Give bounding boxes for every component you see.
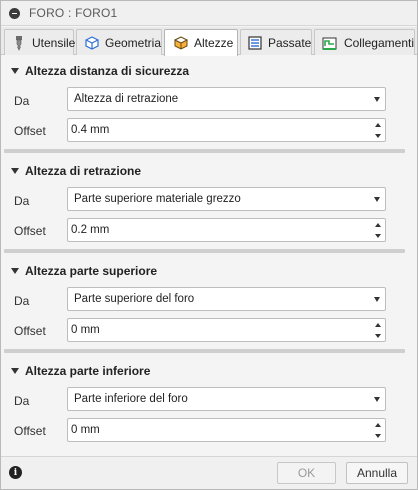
section-divider (4, 149, 405, 153)
tab-geometria-label: Geometria (105, 35, 162, 50)
tool-icon (11, 34, 27, 52)
tab-geometria[interactable]: Geometria (76, 29, 162, 55)
collapse-triangle-icon (11, 268, 19, 274)
offset-label: Offset (14, 424, 46, 438)
tab-utensile[interactable]: Utensile (4, 29, 76, 55)
section-title: Altezza distanza di sicurezza (25, 64, 190, 78)
dialog: FORO : FORO1 Utensile Geometria Altezze … (0, 0, 418, 490)
tab-utensile-label: Utensile (32, 35, 76, 50)
tab-bar: Utensile Geometria Altezze Passate Colle… (1, 27, 417, 56)
spin-up-icon[interactable] (371, 319, 385, 330)
spin-down-icon[interactable] (371, 330, 385, 341)
tab-collegamenti-label: Collegamenti (343, 35, 414, 50)
spin-up-icon[interactable] (371, 219, 385, 230)
spin-up-icon[interactable] (371, 419, 385, 430)
offset-label: Offset (14, 224, 46, 238)
heights-box-icon (171, 34, 189, 52)
offset-spinner[interactable] (67, 118, 386, 142)
ok-button[interactable]: OK (277, 462, 336, 484)
section-title: Altezza di retrazione (25, 164, 142, 178)
spin-up-icon[interactable] (371, 119, 385, 130)
tab-altezze-label: Altezze (194, 36, 234, 50)
from-dropdown-value: Parte inferiore del foro (74, 393, 188, 405)
tab-passate[interactable]: Passate (240, 29, 312, 55)
collapse-triangle-icon (11, 68, 19, 74)
offset-input[interactable] (68, 419, 368, 441)
offset-spinner[interactable] (67, 318, 386, 342)
tab-passate-label: Passate (268, 35, 312, 50)
from-dropdown[interactable]: Parte inferiore del foro (67, 387, 386, 411)
offset-input[interactable] (68, 319, 368, 341)
linking-icon (321, 34, 339, 52)
from-dropdown-value: Parte superiore materiale grezzo (74, 193, 241, 205)
dropdown-arrow-icon (374, 397, 380, 402)
spin-down-icon[interactable] (371, 230, 385, 241)
dropdown-arrow-icon (374, 297, 380, 302)
offset-label: Offset (14, 324, 46, 338)
collapse-icon[interactable] (9, 7, 20, 19)
from-dropdown-value: Altezza di retrazione (74, 93, 179, 105)
section-header[interactable]: Altezza parte inferiore (11, 364, 150, 378)
spin-down-icon[interactable] (371, 130, 385, 141)
from-label: Da (14, 294, 30, 308)
section-title: Altezza parte inferiore (25, 364, 151, 378)
section-header[interactable]: Altezza distanza di sicurezza (11, 64, 189, 78)
collapse-triangle-icon (11, 168, 19, 174)
from-dropdown[interactable]: Parte superiore materiale grezzo (67, 187, 386, 211)
offset-input[interactable] (68, 119, 368, 141)
dialog-title: FORO : FORO1 (29, 6, 118, 20)
passes-icon (247, 34, 263, 52)
from-dropdown[interactable]: Altezza di retrazione (67, 87, 386, 111)
cancel-button[interactable]: Annulla (346, 462, 408, 484)
section-divider (4, 349, 405, 353)
section-top-height: Altezza parte superiore Da Parte superio… (1, 256, 417, 356)
section-header[interactable]: Altezza parte superiore (11, 264, 157, 278)
title-bar: FORO : FORO1 (1, 1, 417, 26)
tab-collegamenti[interactable]: Collegamenti (314, 29, 415, 55)
offset-input[interactable] (68, 219, 368, 241)
section-header[interactable]: Altezza di retrazione (11, 164, 141, 178)
collapse-triangle-icon (11, 368, 19, 374)
from-label: Da (14, 394, 30, 408)
spin-down-icon[interactable] (371, 430, 385, 441)
from-dropdown-value: Parte superiore del foro (74, 293, 195, 305)
offset-label: Offset (14, 124, 46, 138)
section-retract-height: Altezza di retrazione Da Parte superiore… (1, 156, 417, 256)
section-divider (4, 249, 405, 253)
info-icon[interactable]: i (9, 466, 22, 479)
dialog-footer: i OK Annulla (1, 456, 417, 489)
offset-spinner[interactable] (67, 218, 386, 242)
tab-altezze[interactable]: Altezze (164, 29, 238, 56)
geometry-cube-icon (83, 34, 100, 52)
dropdown-arrow-icon (374, 97, 380, 102)
section-bottom-height: Altezza parte inferiore Da Parte inferio… (1, 356, 417, 456)
dropdown-arrow-icon (374, 197, 380, 202)
from-dropdown[interactable]: Parte superiore del foro (67, 287, 386, 311)
altezze-panel: Altezza distanza di sicurezza Da Altezza… (1, 56, 417, 456)
from-label: Da (14, 94, 30, 108)
offset-spinner[interactable] (67, 418, 386, 442)
section-title: Altezza parte superiore (25, 264, 158, 278)
from-label: Da (14, 194, 30, 208)
section-safe-height: Altezza distanza di sicurezza Da Altezza… (1, 56, 417, 156)
